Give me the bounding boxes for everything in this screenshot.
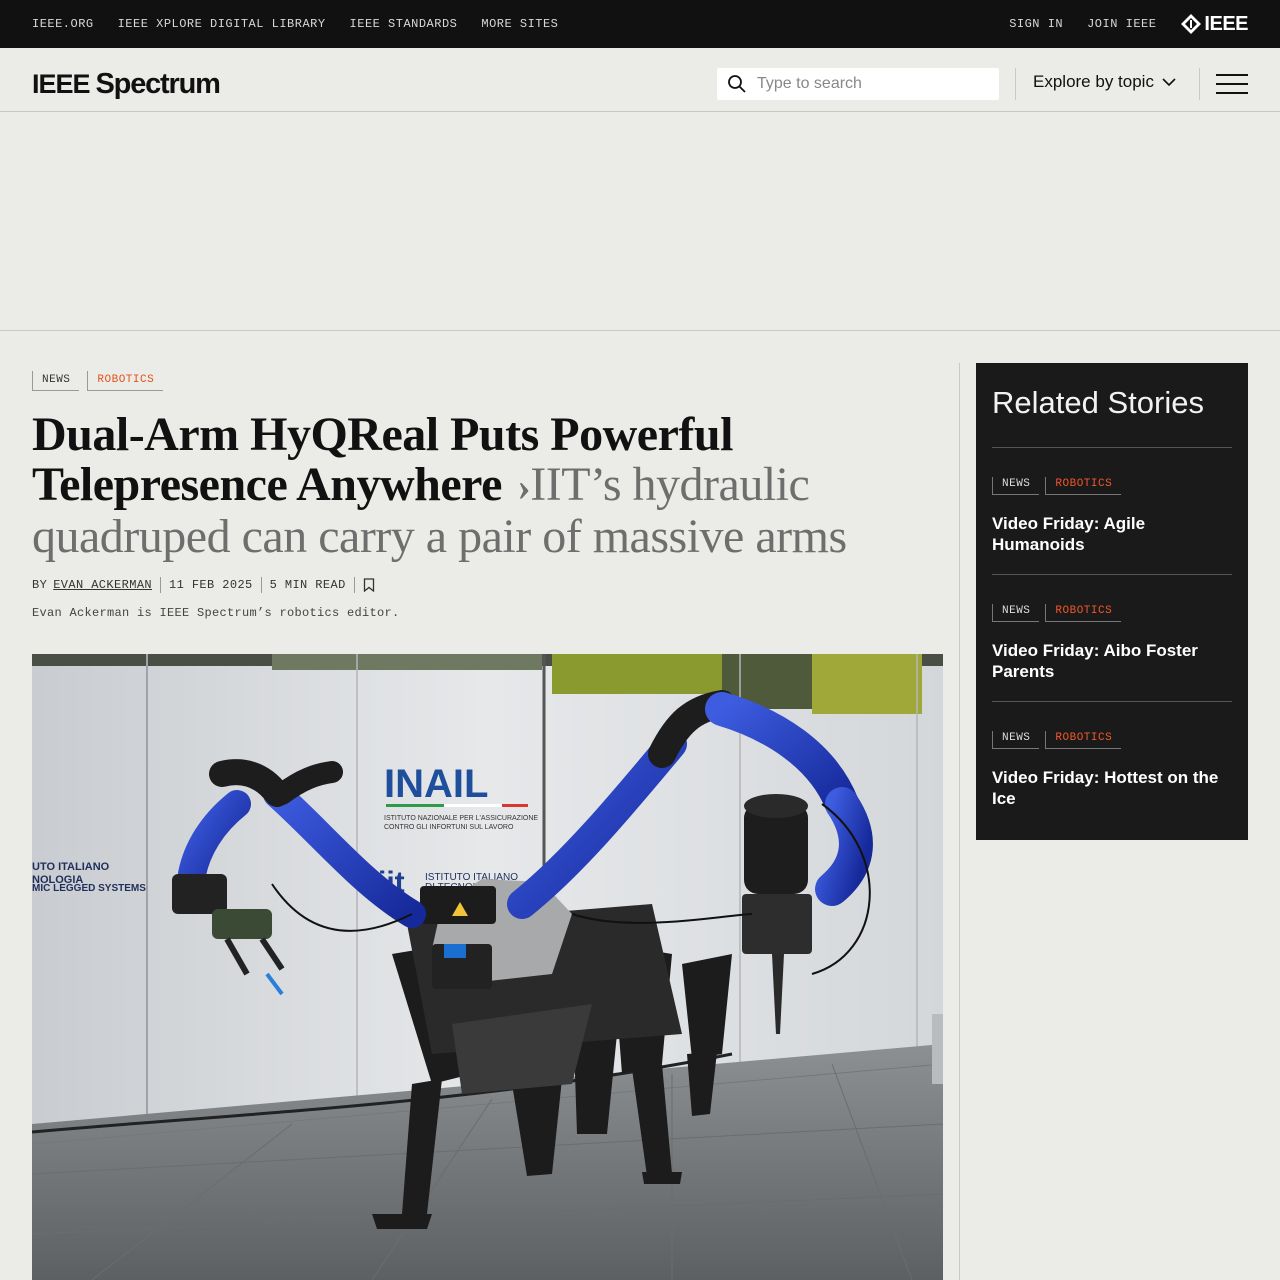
brand-ieee: IEEE [32, 69, 91, 99]
tag-news[interactable]: NEWS [992, 731, 1040, 749]
related-item[interactable]: NEWS ROBOTICS Video Friday: Hottest on t… [992, 701, 1232, 809]
publish-date: 11 FEB 2025 [169, 578, 253, 592]
related-stories: Related Stories NEWS ROBOTICS Video Frid… [976, 363, 1248, 840]
header-divider [1015, 68, 1016, 100]
read-time: 5 MIN READ [269, 578, 346, 592]
related-title[interactable]: Video Friday: Aibo Foster Parents [992, 640, 1232, 682]
tag-news[interactable]: NEWS [992, 604, 1040, 622]
brand-spectrum: Spectrum [95, 68, 221, 100]
top-nav: IEEE.ORG IEEE XPLORE DIGITAL LIBRARY IEE… [32, 17, 582, 31]
byline-divider [260, 577, 262, 593]
top-link-more-sites[interactable]: MORE SITES [481, 17, 558, 31]
tag-robotics[interactable]: ROBOTICS [87, 371, 164, 391]
explore-label: Explore by topic [1033, 72, 1154, 91]
top-link-xplore[interactable]: IEEE XPLORE DIGITAL LIBRARY [118, 17, 326, 31]
robot-photo: INAIL ISTITUTO NAZIONALE PER L'ASSICURAZ… [32, 654, 943, 1280]
article-title: Dual-Arm HyQReal Puts Powerful Teleprese… [32, 410, 932, 562]
menu-icon[interactable] [1216, 74, 1248, 94]
sign-inail: INAIL [384, 762, 488, 806]
related-heading: Related Stories [992, 385, 1204, 420]
tag-news[interactable]: NEWS [32, 371, 80, 391]
search-box[interactable] [717, 68, 999, 100]
ieee-logo-text: IEEE [1204, 12, 1248, 35]
tag-robotics[interactable]: ROBOTICS [1045, 477, 1122, 495]
related-tags: NEWS ROBOTICS [992, 604, 1232, 622]
chevron-down-icon [1162, 78, 1176, 87]
tag-robotics[interactable]: ROBOTICS [1045, 731, 1122, 749]
column-divider [959, 363, 960, 1280]
sign-inail-line2: CONTRO GLI INFORTUNI SUL LAVORO [384, 824, 514, 831]
sign-in-link[interactable]: SIGN IN [1009, 17, 1063, 31]
sign-left-line3: MIC LEGGED SYSTEMS [32, 883, 146, 894]
related-title[interactable]: Video Friday: Agile Humanoids [992, 513, 1232, 555]
author-link[interactable]: EVAN ACKERMAN [53, 578, 152, 592]
site-header: IEEE Spectrum Explore by topic [0, 48, 1280, 112]
byline-divider [160, 577, 162, 593]
tag-news[interactable]: NEWS [992, 477, 1040, 495]
by-label: BY [32, 578, 48, 592]
bookmark-icon[interactable] [363, 578, 375, 592]
top-account-links: SIGN IN JOIN IEEE IEEE [985, 0, 1248, 48]
top-link-standards[interactable]: IEEE STANDARDS [350, 17, 458, 31]
chevron-right-icon: › [517, 464, 531, 509]
search-icon[interactable] [717, 74, 757, 94]
author-bio: Evan Ackerman is IEEE Spectrum’s robotic… [32, 606, 400, 620]
related-item[interactable]: NEWS ROBOTICS Video Friday: Aibo Foster … [992, 574, 1232, 682]
byline: BY EVAN ACKERMAN 11 FEB 2025 5 MIN READ [32, 577, 375, 593]
join-ieee-link[interactable]: JOIN IEEE [1087, 17, 1156, 31]
top-bar: IEEE.ORG IEEE XPLORE DIGITAL LIBRARY IEE… [0, 0, 1280, 48]
spectrum-logo[interactable]: IEEE Spectrum [32, 68, 221, 101]
related-item[interactable]: NEWS ROBOTICS Video Friday: Agile Humano… [992, 447, 1232, 555]
sign-inail-line1: ISTITUTO NAZIONALE PER L'ASSICURAZIONE [384, 815, 538, 822]
tag-robotics[interactable]: ROBOTICS [1045, 604, 1122, 622]
header-divider [1199, 68, 1200, 100]
search-input[interactable] [757, 75, 987, 93]
ieee-diamond-icon [1181, 14, 1202, 34]
explore-by-topic-button[interactable]: Explore by topic [1033, 72, 1176, 92]
article-tags: NEWS ROBOTICS [32, 371, 171, 391]
related-title[interactable]: Video Friday: Hottest on the Ice [992, 767, 1232, 809]
ad-slot [0, 112, 1280, 331]
ieee-logo[interactable]: IEEE [1180, 13, 1248, 36]
byline-divider [353, 577, 355, 593]
lead-image[interactable]: INAIL ISTITUTO NAZIONALE PER L'ASSICURAZ… [32, 654, 943, 1280]
top-link-ieee-org[interactable]: IEEE.ORG [32, 17, 94, 31]
related-tags: NEWS ROBOTICS [992, 477, 1232, 495]
related-tags: NEWS ROBOTICS [992, 731, 1232, 749]
sign-left-line1: UTO ITALIANO [32, 861, 110, 873]
